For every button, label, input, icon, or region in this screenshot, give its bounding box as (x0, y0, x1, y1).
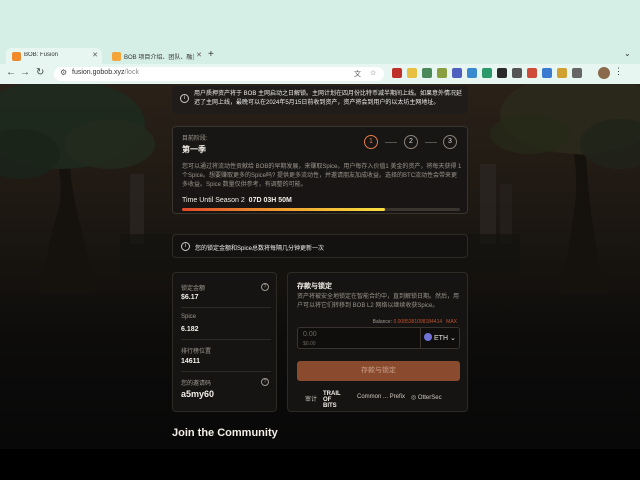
amount-input[interactable]: 0.00 (303, 331, 317, 338)
season-progress-bar (182, 208, 460, 211)
extension-icon[interactable] (557, 68, 567, 78)
trail-of-bits-logo[interactable]: TRAIL OF BITS (323, 391, 345, 409)
tab-favicon (12, 52, 21, 61)
spice-label: Spice (181, 314, 197, 320)
ottersec-logo[interactable]: ◎ OtterSec (411, 394, 442, 401)
season-countdown: Time Until Season 2 07D 03H 50M (182, 197, 292, 204)
info-icon: i (180, 94, 189, 103)
spice-value: 6.182 (181, 326, 199, 333)
invite-code-label: 您的邀请码 (181, 381, 212, 387)
season-progress-fill (182, 208, 385, 211)
extension-icon[interactable] (482, 68, 492, 78)
site-info-icon[interactable]: ⚙ (60, 68, 67, 77)
deposit-title: 存款与锁定 (297, 283, 332, 290)
tab-favicon (112, 52, 121, 61)
tab-bar: BOB: Fusion ✕ BOB 项目介绍、团队、融资与 ✕ + ⌄ (0, 0, 640, 66)
extension-icon[interactable] (467, 68, 477, 78)
token-select[interactable]: ETH ⌄ (424, 333, 456, 342)
tab-title: BOB: Fusion (24, 52, 59, 58)
help-icon[interactable]: ? (261, 283, 269, 291)
chevron-down-icon[interactable]: ⌄ (624, 49, 631, 58)
locked-amount-value: $6.17 (181, 294, 199, 301)
eth-icon (424, 333, 432, 341)
usd-value: $0.00 (303, 341, 316, 347)
stats-card: 锁定金额 ? $6.17 Spice 6.182 排行榜位置 14611 您的邀… (172, 272, 277, 412)
audit-row: 审计 TRAIL OF BITS Common ... Prefix ◎ Ott… (297, 391, 460, 409)
notice-text: 用户质押资产将于 BOB 主网启动之日解锁。主网计划在四月份比特币减半期间上线。… (194, 91, 463, 106)
season-label: 目前阶段: (182, 136, 208, 142)
deposit-description: 资产将被安全地锁定在智能合约中，直到解锁日期。然后，用户可以将它们转移到 BOB… (297, 294, 460, 309)
deposit-card: 存款与锁定 资产将被安全地锁定在智能合约中，直到解锁日期。然后，用户可以将它们转… (287, 272, 468, 412)
step-divider (385, 142, 397, 143)
extension-icon[interactable] (437, 68, 447, 78)
locked-amount-label: 锁定金额 (181, 286, 206, 292)
star-icon[interactable]: ☆ (370, 69, 376, 77)
divider (181, 339, 271, 340)
unlock-notice: i 用户质押资产将于 BOB 主网启动之日解锁。主网计划在四月份比特币减半期间上… (172, 86, 468, 114)
page-content: i 用户质押资产将于 BOB 主网启动之日解锁。主网计划在四月份比特币减半期间上… (0, 84, 640, 449)
divider (181, 307, 271, 308)
divider (420, 328, 421, 348)
info-icon: i (181, 242, 190, 251)
season-step-1: 1 (364, 135, 378, 149)
page-bottom (0, 449, 640, 480)
tab-title: BOB 项目介绍、团队、融资与 (124, 55, 194, 61)
season-step-3: 3 (443, 135, 457, 149)
address-bar[interactable]: ⚙ fusion.gobob.xyz/lock 文 ☆ (54, 67, 384, 81)
step-divider (425, 142, 437, 143)
update-notice: i 您的锁定金额和Spice总数将每隔几分钟更新一次 (172, 234, 468, 258)
extension-icon[interactable] (452, 68, 462, 78)
extension-icon[interactable] (512, 68, 522, 78)
close-icon[interactable]: ✕ (92, 51, 98, 59)
extensions-puzzle-icon[interactable] (572, 68, 582, 78)
divider (181, 371, 271, 372)
leaderboard-rank-value: 14611 (181, 358, 201, 365)
translate-icon[interactable]: 文 (354, 69, 361, 79)
extension-icon[interactable] (542, 68, 552, 78)
new-tab-button[interactable]: + (208, 49, 214, 60)
back-icon[interactable]: ← (6, 67, 16, 78)
season-step-2: 2 (404, 135, 418, 149)
deposit-amount-field[interactable]: 0.00 $0.00 ETH ⌄ (297, 327, 460, 349)
extension-icon[interactable] (422, 68, 432, 78)
extension-icon[interactable] (407, 68, 417, 78)
help-icon[interactable]: ? (261, 378, 269, 386)
deposit-lock-button[interactable]: 存款与锁定 (297, 361, 460, 381)
forward-icon[interactable]: → (20, 67, 30, 78)
extension-icon[interactable] (497, 68, 507, 78)
leaderboard-rank-label: 排行榜位置 (181, 349, 212, 355)
community-heading: Join the Community (172, 427, 278, 439)
menu-icon[interactable]: ⋮ (614, 66, 623, 77)
url-text: fusion.gobob.xyz/lock (72, 69, 139, 76)
balance-readout: Balance: 0.0085381098184414 MAX (372, 319, 457, 325)
season-description: 您可以通过将流动性贡献给 BOB的早期发展，来赚取Spice。用户每存入价值1 … (182, 164, 462, 188)
close-icon[interactable]: ✕ (196, 51, 202, 59)
chevron-down-icon: ⌄ (449, 335, 456, 342)
profile-avatar[interactable] (598, 67, 610, 79)
invite-code-value[interactable]: a5my60 (181, 389, 214, 399)
extension-icon[interactable] (392, 68, 402, 78)
auditor-common-prefix[interactable]: Common ... Prefix (357, 394, 405, 400)
extension-icon[interactable] (527, 68, 537, 78)
update-text: 您的锁定金额和Spice总数将每隔几分钟更新一次 (195, 246, 325, 252)
season-name: 第一季 (182, 145, 206, 154)
audit-label: 审计 (305, 397, 318, 403)
reload-icon[interactable]: ↻ (36, 67, 44, 78)
season-card: 目前阶段: 第一季 1 2 3 您可以通过将流动性贡献给 BOB的早期发展，来赚… (172, 126, 468, 214)
max-button[interactable]: MAX (446, 319, 457, 325)
